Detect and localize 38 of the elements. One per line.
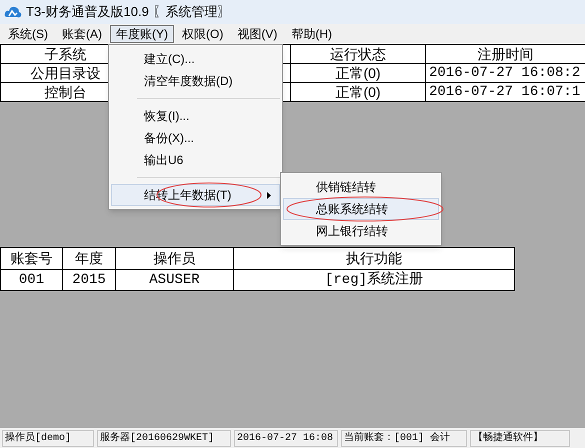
menu-option[interactable]: 输出U6 [111,149,280,171]
cloud-icon [4,4,22,20]
menu-option[interactable]: 清空年度数据(D) [111,70,280,92]
column-header: 注册时间 [478,46,534,62]
column-header: 年度 [75,250,103,266]
menu-option[interactable]: 恢复(I)... [111,105,280,127]
status-pane: 服务器[20160629WKET] [97,430,231,446]
table-cell: 2016-07-27 16:08:2 [429,64,580,80]
table-cell: 2016-07-27 16:07:1 [429,84,580,100]
status-pane: 【畅捷通软件】 [470,430,570,446]
menu-option[interactable]: 网上银行结转 [283,220,439,242]
column-header: 执行功能 [346,250,402,266]
table-cell: [reg]系统注册 [324,272,423,288]
column-header: 运行状态 [330,46,386,62]
table-cell: 正常(0) [335,84,381,100]
submenu-arrow-icon [267,192,271,199]
menu-option[interactable]: 建立(C)... [111,48,280,70]
table-cell: 控制台 [44,84,86,100]
menu-item[interactable]: 视图(V) [231,25,284,43]
window-title: T3-财务通普及版10.9 〖系统管理〗 [26,3,230,22]
menu-item[interactable]: 帮助(H) [285,25,338,43]
status-pane: 当前账套：[001] 会计 [341,430,467,446]
table-cell: 公用目录设 [30,64,100,80]
menu-option[interactable]: 备份(X)... [111,127,280,149]
menu-item[interactable]: 账套(A) [56,25,108,43]
menu-item[interactable]: 权限(O) [176,25,230,43]
menu-item[interactable]: 系统(S) [2,25,54,43]
menu-option[interactable]: 供销链结转 [283,176,439,198]
table-cell: 001 [18,272,44,288]
menu-item[interactable]: 年度账(Y) [110,25,174,43]
column-header: 子系统 [44,46,86,62]
status-pane: 2016-07-27 16:08 [234,430,338,446]
table-cell: 2015 [72,272,106,288]
status-pane: 操作员[demo] [2,430,94,446]
table-cell: ASUSER [149,272,200,288]
column-header: 操作员 [154,250,196,266]
column-header: 账套号 [10,250,52,266]
table-cell: 正常(0) [335,64,381,80]
